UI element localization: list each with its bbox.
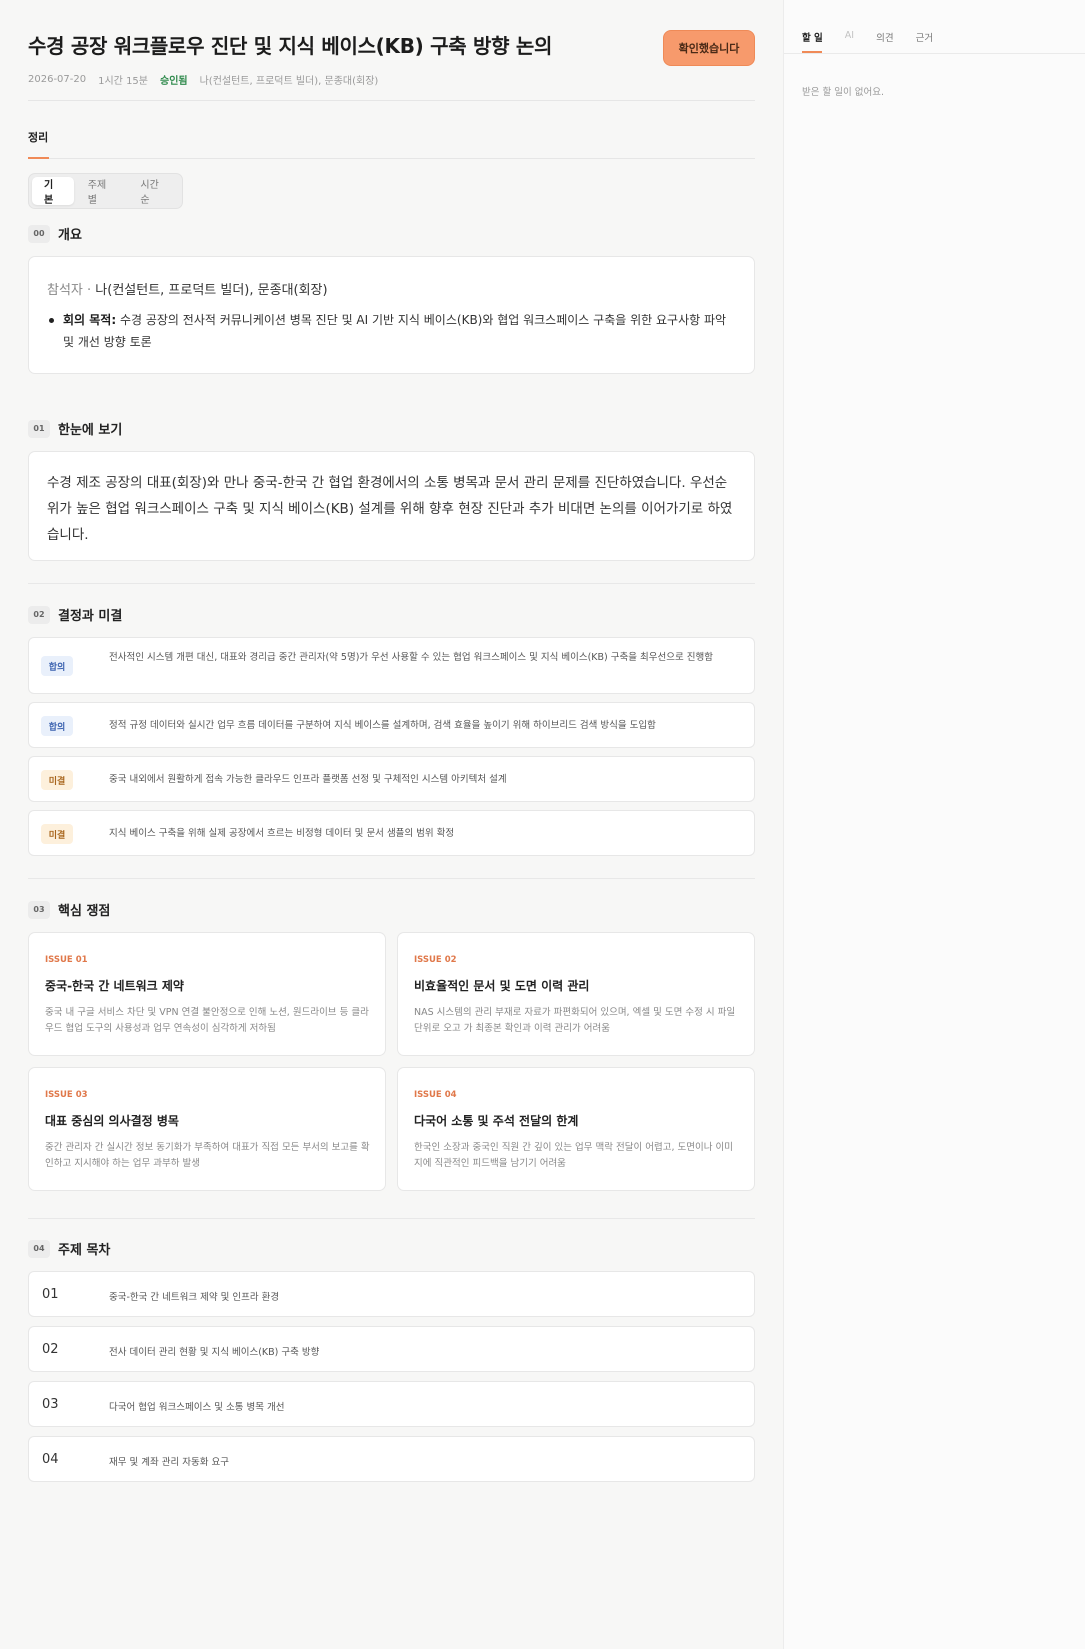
- issue-title: 대표 중심의 의사결정 병목: [45, 1114, 179, 1128]
- view-chronological[interactable]: 시간순: [128, 177, 179, 206]
- decision-text: 전사적인 시스템 개편 대신, 대표와 경리급 중간 관리자(약 5명)가 우선…: [109, 652, 713, 663]
- toc-number: 03: [42, 1397, 59, 1412]
- confirm-button[interactable]: 확인했습니다: [663, 30, 755, 66]
- meeting-date: 2026-07-20: [28, 74, 87, 85]
- issue-desc: 중국 내 구글 서비스 차단 및 VPN 연결 불안정으로 인해 노션, 원드라…: [45, 1007, 369, 1034]
- toc-number: 02: [42, 1342, 59, 1357]
- divider: [784, 53, 1085, 54]
- decision-row: 미결 중국 내외에서 원활하게 접속 가능한 클라우드 인프라 플랫폼 선정 및…: [28, 756, 755, 802]
- toc-number: 04: [42, 1452, 59, 1467]
- section-glance-header: 01 한눈에 보기: [28, 419, 122, 438]
- attendees: 참석자 · 나(컨설턴트, 프로덕트 빌더), 문종대(회장): [47, 279, 328, 298]
- side-tabs: 할 일 AI 의견 근거: [802, 30, 933, 44]
- section-title: 한눈에 보기: [58, 423, 123, 438]
- decision-text: 정적 규정 데이터와 실시간 업무 흐름 데이터를 구분하여 지식 베이스를 설…: [109, 720, 656, 731]
- glance-text: 수경 제조 공장의 대표(회장)와 만나 중국-한국 간 협업 환경에서의 소통…: [47, 475, 733, 543]
- section-number: 03: [28, 900, 50, 919]
- meeting-goal: 회의 목적: 수경 공장의 전사적 커뮤니케이션 병목 진단 및 AI 기반 지…: [47, 309, 737, 353]
- attendees-label: 참석자 ·: [47, 283, 96, 298]
- issue-title: 비효율적인 문서 및 도면 이력 관리: [414, 979, 590, 993]
- meeting-duration: 1시간 15분: [98, 76, 148, 87]
- section-issues-header: 03 핵심 쟁점: [28, 900, 110, 919]
- divider: [28, 1218, 755, 1219]
- meeting-participants: 나(컨설턴트, 프로덕트 빌더), 문종대(회장): [199, 76, 379, 87]
- toc-item[interactable]: 03 다국어 협업 워크스페이스 및 소통 병목 개선: [28, 1381, 755, 1427]
- toc-item[interactable]: 02 전사 데이터 관리 현황 및 지식 베이스(KB) 구축 방향: [28, 1326, 755, 1372]
- glance-card: 수경 제조 공장의 대표(회장)와 만나 중국-한국 간 협업 환경에서의 소통…: [28, 451, 755, 561]
- issue-card: ISSUE 03 대표 중심의 의사결정 병목 중간 관리자 간 실시간 정보 …: [28, 1067, 386, 1191]
- tab-evidence[interactable]: 근거: [916, 30, 933, 44]
- issue-tag: ISSUE 01: [45, 955, 88, 965]
- goal-label: 회의 목적:: [63, 313, 117, 327]
- agree-badge: 합의: [41, 656, 73, 676]
- meeting-meta: 2026-07-20 1시간 15분 승인됨 나(컨설턴트, 프로덕트 빌더),…: [28, 72, 378, 87]
- issue-card: ISSUE 01 중국-한국 간 네트워크 제약 중국 내 구글 서비스 차단 …: [28, 932, 386, 1056]
- tab-todo[interactable]: 할 일: [802, 30, 823, 44]
- empty-state: 받은 할 일이 없어요.: [802, 87, 884, 98]
- tab-ai[interactable]: AI: [845, 30, 854, 44]
- issue-tag: ISSUE 03: [45, 1090, 88, 1100]
- section-number: 00: [28, 224, 50, 243]
- main-panel: 수경 공장 워크플로우 진단 및 지식 베이스(KB) 구축 방향 논의 202…: [0, 0, 783, 1649]
- toc-item[interactable]: 01 중국-한국 간 네트워크 제약 및 인프라 환경: [28, 1271, 755, 1317]
- section-number: 01: [28, 419, 50, 438]
- decision-text: 지식 베이스 구축을 위해 실제 공장에서 흐르는 비정형 데이터 및 문서 샘…: [109, 828, 455, 839]
- section-title: 주제 목차: [58, 1243, 111, 1258]
- section-title: 개요: [58, 228, 82, 243]
- toc-number: 01: [42, 1287, 59, 1302]
- section-toc-header: 04 주제 목차: [28, 1239, 110, 1258]
- meeting-header: 수경 공장 워크플로우 진단 및 지식 베이스(KB) 구축 방향 논의 202…: [28, 0, 755, 101]
- issue-desc: NAS 시스템의 관리 부재로 자료가 파편화되어 있으며, 엑셀 및 도면 수…: [414, 1007, 736, 1034]
- tab-active-indicator: [28, 157, 49, 159]
- decision-text: 중국 내외에서 원활하게 접속 가능한 클라우드 인프라 플랫폼 선정 및 구체…: [109, 774, 507, 785]
- section-number: 04: [28, 1239, 50, 1258]
- view-toggle: 기본 주제별 시간순: [28, 173, 183, 209]
- section-title: 결정과 미결: [58, 609, 123, 624]
- toc-text: 재무 및 계좌 관리 자동화 요구: [109, 1457, 229, 1468]
- issue-title: 중국-한국 간 네트워크 제약: [45, 979, 184, 993]
- toc-text: 전사 데이터 관리 현황 및 지식 베이스(KB) 구축 방향: [109, 1347, 320, 1358]
- tab-bar: 정리: [28, 101, 755, 159]
- status-badge: 승인됨: [160, 76, 188, 87]
- toc-text: 중국-한국 간 네트워크 제약 및 인프라 환경: [109, 1292, 280, 1303]
- toc-text: 다국어 협업 워크스페이스 및 소통 병목 개선: [109, 1402, 285, 1413]
- issue-title: 다국어 소통 및 주석 전달의 한계: [414, 1114, 579, 1128]
- page-title: 수경 공장 워크플로우 진단 및 지식 베이스(KB) 구축 방향 논의: [28, 34, 553, 58]
- issue-tag: ISSUE 04: [414, 1090, 457, 1100]
- open-badge: 미결: [41, 770, 73, 790]
- view-by-topic[interactable]: 주제별: [76, 177, 127, 206]
- issue-tag: ISSUE 02: [414, 955, 457, 965]
- divider: [28, 878, 755, 879]
- section-number: 02: [28, 605, 50, 624]
- issue-desc: 중간 관리자 간 실시간 정보 동기화가 부족하여 대표가 직접 모든 부서의 …: [45, 1142, 370, 1169]
- issue-card: ISSUE 04 다국어 소통 및 주석 전달의 한계 한국인 소장과 중국인 …: [397, 1067, 755, 1191]
- section-decisions-header: 02 결정과 미결: [28, 605, 122, 624]
- issue-card: ISSUE 02 비효율적인 문서 및 도면 이력 관리 NAS 시스템의 관리…: [397, 932, 755, 1056]
- decision-row: 미결 지식 베이스 구축을 위해 실제 공장에서 흐르는 비정형 데이터 및 문…: [28, 810, 755, 856]
- decision-row: 합의 전사적인 시스템 개편 대신, 대표와 경리급 중간 관리자(약 5명)가…: [28, 637, 755, 694]
- tab-opinion[interactable]: 의견: [876, 30, 893, 44]
- goal-text: 수경 공장의 전사적 커뮤니케이션 병목 진단 및 AI 기반 지식 베이스(K…: [63, 313, 727, 349]
- decision-row: 합의 정적 규정 데이터와 실시간 업무 흐름 데이터를 구분하여 지식 베이스…: [28, 702, 755, 748]
- attendees-value: 나(컨설턴트, 프로덕트 빌더), 문종대(회장): [95, 283, 328, 298]
- view-basic[interactable]: 기본: [32, 177, 74, 206]
- section-overview-header: 00 개요: [28, 224, 82, 243]
- issue-desc: 한국인 소장과 중국인 직원 간 깊이 있는 업무 맥락 전달이 어렵고, 도면…: [414, 1142, 733, 1169]
- divider: [28, 583, 755, 584]
- section-title: 핵심 쟁점: [58, 904, 111, 919]
- tab-summary[interactable]: 정리: [28, 129, 48, 145]
- overview-card: 참석자 · 나(컨설턴트, 프로덕트 빌더), 문종대(회장) 회의 목적: 수…: [28, 256, 755, 374]
- toc-item[interactable]: 04 재무 및 계좌 관리 자동화 요구: [28, 1436, 755, 1482]
- open-badge: 미결: [41, 824, 73, 844]
- agree-badge: 합의: [41, 716, 73, 736]
- side-panel: 할 일 AI 의견 근거 받은 할 일이 없어요.: [783, 0, 1085, 1649]
